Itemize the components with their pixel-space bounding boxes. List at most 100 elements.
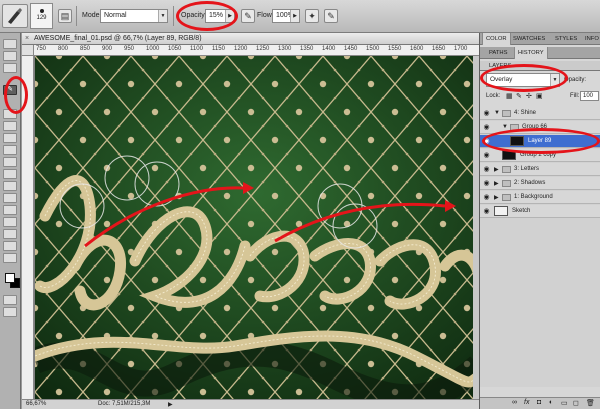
chevron-right-icon[interactable]: ▶ (494, 166, 499, 173)
mode-value: Normal (104, 12, 127, 19)
history-panel-tabs: PATHS HISTORY (480, 47, 600, 59)
screen-mode-button[interactable] (3, 307, 17, 317)
adjustment-icon[interactable]: ◐ (549, 399, 553, 406)
visibility-eye-icon[interactable]: ◉ (482, 179, 491, 188)
ruler-mark: 1000 (146, 46, 160, 52)
ruler-mark: 1650 (432, 46, 446, 52)
pressure-size-toggle[interactable]: ✎ (324, 9, 338, 23)
marquee-tool[interactable] (3, 51, 17, 61)
hand-tool[interactable] (3, 241, 17, 251)
document-size[interactable]: Doc: 7,51M/215,3M (98, 401, 150, 407)
ruler-mark: 1350 (300, 46, 314, 52)
airbrush-toggle[interactable]: ✦ (305, 9, 319, 23)
dodge-tool[interactable] (3, 169, 17, 179)
mode-select[interactable]: Normal ▼ (100, 9, 168, 23)
folder-icon (502, 166, 511, 173)
layer-row[interactable]: ◉ ▼ 4: Shine (480, 107, 600, 120)
fx-icon[interactable]: fx (524, 399, 529, 406)
layer-name: Sketch (512, 208, 531, 214)
lock-all-icon[interactable]: ▣ (536, 92, 543, 100)
tab-paths[interactable]: PATHS (486, 47, 510, 59)
quick-mask-button[interactable] (3, 295, 17, 305)
visibility-eye-icon[interactable]: ◉ (482, 151, 491, 160)
tab-styles[interactable]: STYLES (552, 33, 580, 45)
chevron-down-icon[interactable]: ▼ (502, 124, 508, 130)
layer-name: 4: Shine (514, 110, 537, 116)
visibility-eye-icon[interactable]: ◉ (482, 123, 491, 132)
photoshop-window: 129 ▤ Mode: Normal ▼ Opacity: 15% ▶ ✎ Fl… (0, 0, 600, 409)
status-bar: 66,67% Doc: 7,51M/215,3M ▶ (22, 399, 479, 409)
chevron-down-icon: ▼ (158, 10, 167, 22)
chevron-right-icon[interactable]: ▶ (494, 180, 499, 187)
zoom-tool[interactable] (3, 253, 17, 263)
layer-row[interactable]: ◉ ▶ 2: Shadows (480, 177, 600, 190)
folder-icon[interactable]: ▭ (561, 399, 568, 407)
chevron-right-icon[interactable]: ▶ (494, 194, 499, 201)
lock-pixels-icon[interactable]: ✎ (516, 92, 522, 100)
lock-transparent-icon[interactable]: ▦ (506, 92, 513, 100)
layers-panel-footer: ∞ fx ◘ ◐ ▭ ◻ 🗑 (480, 397, 600, 409)
layer-row[interactable]: ◉ ▶ 3: Letters (480, 163, 600, 176)
chevron-down-icon[interactable]: ▼ (494, 110, 500, 116)
highlight-layer-89 (482, 128, 600, 154)
zoom-level[interactable]: 66,67% (26, 401, 46, 407)
visibility-eye-icon[interactable]: ◉ (482, 165, 491, 174)
layer-name: 3: Letters (514, 166, 540, 172)
eraser-tool[interactable] (3, 133, 17, 143)
tab-swatches[interactable]: SWATCHES (510, 33, 548, 45)
ruler-mark: 850 (80, 46, 91, 52)
visibility-eye-icon[interactable]: ◉ (482, 193, 491, 202)
ruler-mark: 750 (36, 46, 47, 52)
chevron-right-icon[interactable]: ▶ (168, 401, 173, 408)
blur-tool[interactable] (3, 157, 17, 167)
3d-rotate-tool[interactable] (3, 229, 17, 239)
close-icon[interactable]: × (25, 35, 32, 42)
shape-tool[interactable] (3, 217, 17, 227)
visibility-eye-icon[interactable]: ◉ (482, 207, 491, 216)
ruler-mark: 1700 (454, 46, 468, 52)
highlight-blend-mode (480, 64, 568, 92)
layer-row[interactable]: ◉ Sketch (480, 205, 600, 218)
fill-input[interactable]: 100 (580, 91, 599, 101)
type-tool[interactable] (3, 193, 17, 203)
ruler-mark: 950 (124, 46, 135, 52)
ruler-mark: 800 (58, 46, 69, 52)
canvas[interactable] (35, 56, 479, 399)
document-tab[interactable]: × AWESOME_final_01.psd @ 66,7% (Layer 89… (22, 33, 479, 45)
tab-history[interactable]: HISTORY (514, 47, 548, 59)
brush-size: 129 (36, 15, 47, 21)
layer-thumbnail (494, 206, 508, 216)
pressure-opacity-toggle[interactable]: ✎ (241, 9, 255, 23)
tab-info[interactable]: INFO (582, 33, 600, 45)
path-selection-tool[interactable] (3, 205, 17, 215)
tool-preset-picker[interactable] (2, 4, 28, 28)
brush-preset-picker[interactable]: 129 (30, 3, 53, 29)
fill-label: Fill: (570, 93, 580, 99)
tab-color[interactable]: COLOR (482, 33, 511, 45)
layer-name: 1: Background (514, 194, 553, 200)
ruler-mark: 1500 (366, 46, 380, 52)
ruler-mark: 1150 (212, 46, 225, 52)
pen-tool[interactable] (3, 181, 17, 191)
foreground-color[interactable] (5, 273, 15, 283)
brush-panel-toggle[interactable]: ▤ (58, 9, 72, 23)
visibility-eye-icon[interactable]: ◉ (482, 109, 491, 118)
link-icon[interactable]: ∞ (512, 399, 517, 406)
mask-icon[interactable]: ◘ (537, 399, 541, 406)
trash-icon[interactable]: 🗑 (586, 399, 595, 407)
layer-row[interactable]: ◉ ▶ 1: Background (480, 191, 600, 204)
gradient-tool[interactable] (3, 145, 17, 155)
chevron-right-icon: ▶ (290, 10, 299, 22)
folder-icon (502, 180, 511, 187)
horizontal-ruler[interactable]: 750 800 850 900 950 1000 1050 1100 1150 1200 1250 1… (34, 45, 479, 56)
brush-panel-icon: ▤ (60, 11, 70, 21)
history-brush-tool[interactable] (3, 121, 17, 131)
ruler-mark: 1600 (410, 46, 424, 52)
lasso-tool[interactable] (3, 63, 17, 73)
highlight-brush-tool (4, 76, 28, 114)
new-layer-icon[interactable]: ◻ (573, 399, 579, 407)
flow-input[interactable]: 100% ▶ (272, 9, 300, 23)
ruler-origin[interactable] (22, 45, 34, 56)
lock-position-icon[interactable]: ✢ (526, 92, 532, 100)
move-tool[interactable] (3, 39, 17, 49)
